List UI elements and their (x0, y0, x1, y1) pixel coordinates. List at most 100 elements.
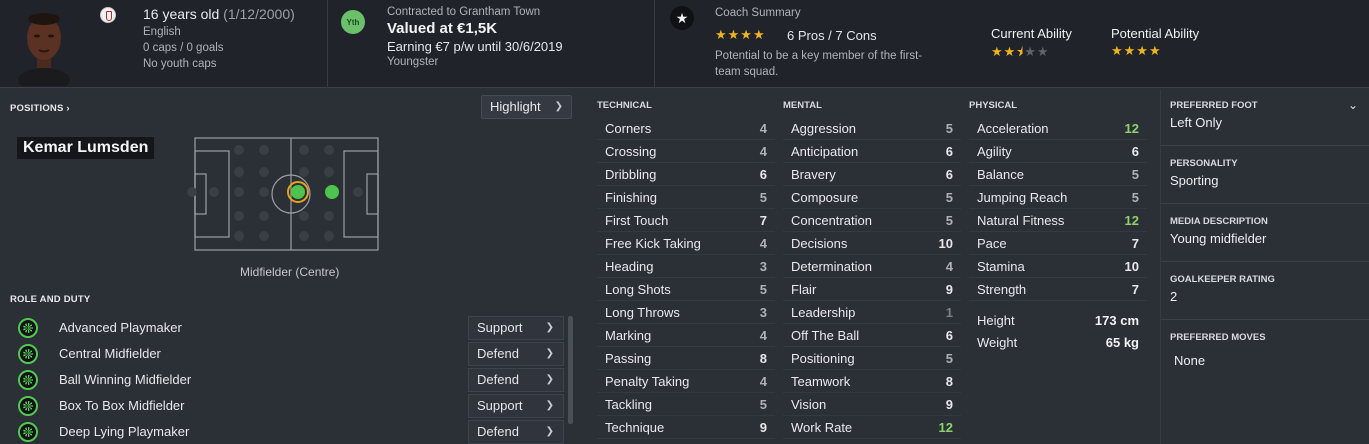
attribute-name: Decisions (791, 236, 848, 251)
attribute-row[interactable]: Work Rate 12 (783, 416, 961, 439)
attribute-row[interactable]: Leadership 1 (783, 301, 961, 324)
duty-dropdown[interactable]: Defend ❯ (468, 420, 564, 444)
attribute-row[interactable]: Long Shots 5 (597, 278, 775, 301)
physical-label: PHYSICAL (969, 100, 1018, 111)
chevron-down-icon: ❯ (545, 374, 554, 385)
attribute-name: Crossing (605, 144, 657, 159)
attribute-row[interactable]: Technique 9 (597, 416, 775, 439)
attribute-row[interactable]: Acceleration 12 (969, 117, 1147, 140)
attribute-row[interactable]: Marking 4 (597, 324, 775, 347)
attribute-row[interactable]: Composure 5 (783, 186, 961, 209)
duty-dropdown[interactable]: Defend ❯ (468, 368, 564, 392)
attribute-row[interactable]: Agility 6 (969, 140, 1147, 163)
attribute-value: 5 (945, 351, 953, 366)
positions-link[interactable]: POSITIONS › (10, 103, 70, 114)
attribute-row[interactable]: Long Throws 3 (597, 301, 775, 324)
chevron-down-icon: ❯ (545, 426, 554, 437)
contract-type: Youngster (387, 56, 439, 68)
attribute-name: Work Rate (791, 420, 853, 435)
attribute-row[interactable]: Natural Fitness 12 (969, 209, 1147, 232)
contract-label[interactable]: Contracted to Grantham Town (387, 6, 540, 18)
attribute-row[interactable]: Heading 3 (597, 255, 775, 278)
attribute-name: First Touch (605, 213, 669, 228)
attribute-row[interactable]: First Touch 7 (597, 209, 775, 232)
attribute-name: Concentration (791, 213, 872, 228)
attribute-row[interactable]: Stamina 10 (969, 255, 1147, 278)
attribute-row[interactable]: Free Kick Taking 4 (597, 232, 775, 255)
attribute-row[interactable]: Pace 7 (969, 232, 1147, 255)
attribute-name: Long Shots (605, 282, 671, 297)
england-flag-icon (100, 7, 116, 23)
goalkeeper-rating-value: 2 (1170, 289, 1178, 304)
attribute-row[interactable]: Passing 8 (597, 347, 775, 370)
attribute-row[interactable]: Vision 9 (783, 393, 961, 416)
attribute-name: Determination (791, 259, 872, 274)
attribute-value: 12 (1124, 213, 1139, 228)
duty-dropdown[interactable]: Support ❯ (468, 316, 564, 340)
attribute-row[interactable]: Corners 4 (597, 117, 775, 140)
attribute-row[interactable]: Teamwork 8 (783, 370, 961, 393)
attribute-row[interactable]: Flair 9 (783, 278, 961, 301)
attribute-row[interactable]: Aggression 5 (783, 117, 961, 140)
attribute-value: 4 (759, 374, 767, 389)
preferred-foot-value: Left Only (1170, 115, 1223, 130)
player-wage: Earning €7 p/w until 30/6/2019 (387, 39, 563, 54)
weight-label: Weight (977, 335, 1018, 350)
role-rating-icon (18, 422, 38, 442)
current-ability-stars: ★★⯨★★ (991, 44, 1050, 59)
attribute-row[interactable]: Crossing 4 (597, 140, 775, 163)
attribute-row[interactable]: Strength 7 (969, 278, 1147, 301)
chevron-down-icon: ❯ (545, 348, 554, 359)
attribute-name: Anticipation (791, 144, 859, 159)
duty-dropdown[interactable]: Support ❯ (468, 394, 564, 418)
role-rating-icon (18, 344, 38, 364)
attribute-value: 4 (759, 328, 767, 343)
attribute-row[interactable]: Bravery 6 (783, 163, 961, 186)
attribute-row[interactable]: Tackling 5 (597, 393, 775, 416)
attribute-name: Technique (605, 420, 665, 435)
preferred-foot-section: PREFERRED FOOT Left Only ⌄ (1161, 90, 1369, 146)
duty-dropdown[interactable]: Defend ❯ (468, 342, 564, 366)
attribute-value: 5 (1131, 190, 1139, 205)
attribute-name: Composure (791, 190, 859, 205)
goalkeeper-rating-section: GOALKEEPER RATING 2 (1161, 264, 1369, 320)
role-row[interactable]: Central Midfielder Defend ❯ (16, 341, 576, 367)
attribute-row[interactable]: Anticipation 6 (783, 140, 961, 163)
role-row[interactable]: Box To Box Midfielder Support ❯ (16, 393, 576, 419)
attribute-value: 6 (759, 167, 767, 182)
attribute-row[interactable]: Balance 5 (969, 163, 1147, 186)
attribute-row[interactable]: Determination 4 (783, 255, 961, 278)
role-row[interactable]: Ball Winning Midfielder Defend ❯ (16, 367, 576, 393)
attribute-row[interactable]: Positioning 5 (783, 347, 961, 370)
media-description-label: MEDIA DESCRIPTION (1170, 216, 1268, 227)
weight-row: Weight 65 kg (969, 332, 1147, 354)
role-row[interactable]: Advanced Playmaker Support ❯ (16, 315, 576, 341)
attribute-row[interactable]: Jumping Reach 5 (969, 186, 1147, 209)
player-nationality: English (143, 26, 181, 38)
coach-summary-label[interactable]: Coach Summary (715, 7, 801, 19)
attribute-value: 4 (759, 121, 767, 136)
attribute-value: 10 (938, 236, 953, 251)
attribute-row[interactable]: Penalty Taking 4 (597, 370, 775, 393)
attribute-name: Free Kick Taking (605, 236, 701, 251)
highlight-label: Highlight (490, 99, 541, 114)
chevron-down-icon: ❯ (554, 101, 563, 112)
attribute-row[interactable]: Dribbling 6 (597, 163, 775, 186)
pros-cons[interactable]: 6 Pros / 7 Cons (787, 28, 877, 43)
attribute-value: 9 (759, 420, 767, 435)
attribute-row[interactable]: Decisions 10 (783, 232, 961, 255)
roles-scrollbar[interactable] (568, 316, 573, 424)
role-rating-icon (18, 318, 38, 338)
preferred-foot-label: PREFERRED FOOT (1170, 100, 1258, 111)
highlight-dropdown[interactable]: Highlight ❯ (481, 95, 572, 119)
role-row[interactable]: Deep Lying Playmaker Defend ❯ (16, 419, 576, 444)
coach-description: Potential to be a key member of the firs… (715, 50, 923, 78)
attribute-row[interactable]: Off The Ball 6 (783, 324, 961, 347)
natural-position: Midfielder (Centre) (240, 265, 340, 279)
attribute-value: 5 (759, 282, 767, 297)
attribute-row[interactable]: Concentration 5 (783, 209, 961, 232)
chevron-down-icon[interactable]: ⌄ (1348, 98, 1358, 112)
chevron-down-icon: ❯ (545, 322, 554, 333)
attribute-name: Stamina (977, 259, 1025, 274)
attribute-row[interactable]: Finishing 5 (597, 186, 775, 209)
